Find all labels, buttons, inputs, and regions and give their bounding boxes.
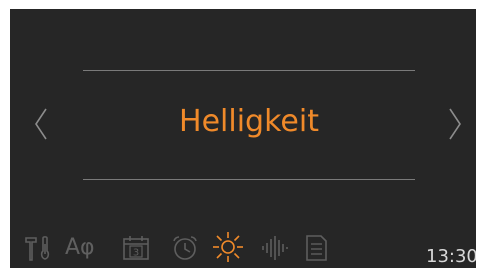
brightness-sun-icon[interactable] [212, 231, 244, 262]
sound-wave-icon[interactable] [260, 235, 290, 261]
document-icon[interactable] [304, 235, 330, 261]
tools-thermometer-icon[interactable] [24, 235, 54, 261]
device-screen: Helligkeit Aφ 3 13:30 [10, 9, 476, 268]
top-divider [83, 70, 415, 71]
alarm-clock-icon[interactable] [170, 235, 200, 261]
menu-title: Helligkeit [179, 104, 319, 139]
menu-icon-bar: Aφ 3 [10, 227, 476, 268]
chevron-left-icon[interactable] [32, 107, 50, 141]
bottom-divider [83, 179, 415, 180]
clock-time: 13:30 [426, 246, 476, 267]
language-icon[interactable]: Aφ [65, 235, 95, 261]
calendar-icon[interactable]: 3 [122, 235, 152, 261]
calendar-day-label: 3 [133, 248, 139, 259]
chevron-right-icon[interactable] [446, 107, 464, 141]
